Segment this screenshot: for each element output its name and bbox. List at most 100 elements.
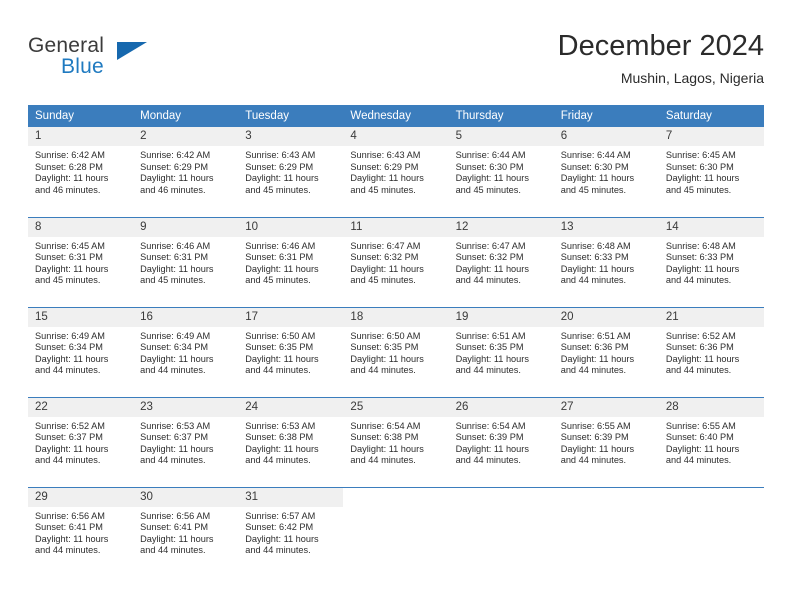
- day-details: Sunrise: 6:56 AM Sunset: 6:41 PM Dayligh…: [28, 507, 133, 557]
- daylight-text-line1: Daylight: 11 hours: [350, 263, 424, 274]
- day-number: 31: [238, 487, 344, 507]
- day-details: Sunrise: 6:54 AM Sunset: 6:38 PM Dayligh…: [343, 417, 448, 467]
- day-details: Sunrise: 6:48 AM Sunset: 6:33 PM Dayligh…: [554, 237, 659, 287]
- day-details: Sunrise: 6:46 AM Sunset: 6:31 PM Dayligh…: [133, 237, 238, 287]
- sunset-text: Sunset: 6:31 PM: [140, 252, 209, 263]
- day-cell[interactable]: 18 Sunrise: 6:50 AM Sunset: 6:35 PM Dayl…: [343, 306, 449, 397]
- day-number: 1: [28, 127, 134, 146]
- day-cell-empty: [658, 486, 764, 577]
- day-details: Sunrise: 6:53 AM Sunset: 6:38 PM Dayligh…: [238, 417, 343, 467]
- day-cell[interactable]: 3 Sunrise: 6:43 AM Sunset: 6:29 PM Dayli…: [238, 127, 344, 217]
- day-cell[interactable]: 1 Sunrise: 6:42 AM Sunset: 6:28 PM Dayli…: [28, 127, 134, 217]
- general-blue-logo[interactable]: General Blue: [28, 34, 158, 90]
- day-cell[interactable]: 23 Sunrise: 6:53 AM Sunset: 6:37 PM Dayl…: [133, 396, 239, 487]
- week-row: 29 Sunrise: 6:56 AM Sunset: 6:41 PM Dayl…: [28, 486, 764, 577]
- day-details: Sunrise: 6:43 AM Sunset: 6:29 PM Dayligh…: [343, 146, 448, 196]
- day-cell[interactable]: 8 Sunrise: 6:45 AM Sunset: 6:31 PM Dayli…: [28, 216, 134, 307]
- sunset-text: Sunset: 6:30 PM: [665, 161, 734, 172]
- day-details: Sunrise: 6:44 AM Sunset: 6:30 PM Dayligh…: [449, 146, 554, 196]
- sunrise-text: Sunrise: 6:48 AM: [560, 240, 631, 251]
- location-subtitle: Mushin, Lagos, Nigeria: [620, 70, 764, 86]
- sunrise-text: Sunrise: 6:51 AM: [455, 330, 526, 341]
- day-header-sunday: Sunday: [28, 105, 134, 127]
- daylight-text-line1: Daylight: 11 hours: [35, 353, 109, 364]
- day-cell[interactable]: 30 Sunrise: 6:56 AM Sunset: 6:41 PM Dayl…: [133, 486, 239, 577]
- sunset-text: Sunset: 6:41 PM: [35, 522, 103, 533]
- calendar-grid: Sunday Monday Tuesday Wednesday Thursday…: [28, 105, 764, 577]
- day-cell[interactable]: 7 Sunrise: 6:45 AM Sunset: 6:30 PM Dayli…: [658, 127, 764, 217]
- daylight-text-line1: Daylight: 11 hours: [560, 443, 635, 454]
- day-cell[interactable]: 4 Sunrise: 6:43 AM Sunset: 6:29 PM Dayli…: [343, 127, 449, 217]
- day-number: 23: [133, 397, 239, 417]
- sunrise-text: Sunrise: 6:54 AM: [455, 420, 526, 431]
- day-cell[interactable]: 10 Sunrise: 6:46 AM Sunset: 6:31 PM Dayl…: [238, 216, 344, 307]
- day-number: [553, 487, 659, 507]
- day-cell[interactable]: 13 Sunrise: 6:48 AM Sunset: 6:33 PM Dayl…: [553, 216, 659, 307]
- sunset-text: Sunset: 6:32 PM: [455, 252, 524, 263]
- daylight-text-line1: Daylight: 11 hours: [245, 263, 319, 274]
- sunrise-text: Sunrise: 6:48 AM: [665, 240, 736, 251]
- daylight-text-line2: and 44 minutes.: [140, 545, 206, 556]
- day-details: Sunrise: 6:51 AM Sunset: 6:36 PM Dayligh…: [554, 327, 659, 377]
- day-cell[interactable]: 24 Sunrise: 6:53 AM Sunset: 6:38 PM Dayl…: [238, 396, 344, 487]
- day-cell[interactable]: 15 Sunrise: 6:49 AM Sunset: 6:34 PM Dayl…: [28, 306, 134, 397]
- day-cell[interactable]: 21 Sunrise: 6:52 AM Sunset: 6:36 PM Dayl…: [658, 306, 764, 397]
- daylight-text-line1: Daylight: 11 hours: [560, 353, 635, 364]
- daylight-text-line1: Daylight: 11 hours: [350, 443, 424, 454]
- day-number: 15: [28, 307, 134, 327]
- day-cell[interactable]: 16 Sunrise: 6:49 AM Sunset: 6:34 PM Dayl…: [133, 306, 239, 397]
- sunrise-text: Sunrise: 6:45 AM: [35, 240, 105, 251]
- day-details: Sunrise: 6:52 AM Sunset: 6:36 PM Dayligh…: [659, 327, 764, 377]
- day-cell[interactable]: 22 Sunrise: 6:52 AM Sunset: 6:37 PM Dayl…: [28, 396, 134, 487]
- week-row: 1 Sunrise: 6:42 AM Sunset: 6:28 PM Dayli…: [28, 127, 764, 217]
- daylight-text-line2: and 45 minutes.: [350, 275, 416, 286]
- page-header: General Blue December 2024 Mushin, Lagos…: [28, 28, 764, 96]
- day-cell[interactable]: 17 Sunrise: 6:50 AM Sunset: 6:35 PM Dayl…: [238, 306, 344, 397]
- day-header-friday: Friday: [553, 105, 659, 127]
- day-details: Sunrise: 6:49 AM Sunset: 6:34 PM Dayligh…: [133, 327, 238, 377]
- daylight-text-line2: and 44 minutes.: [140, 455, 206, 466]
- day-number: 20: [553, 307, 659, 327]
- sunset-text: Sunset: 6:35 PM: [245, 342, 314, 353]
- day-cell-empty: [343, 486, 449, 577]
- day-details: Sunrise: 6:43 AM Sunset: 6:29 PM Dayligh…: [238, 146, 343, 196]
- sunset-text: Sunset: 6:28 PM: [35, 161, 103, 172]
- week-row: 8 Sunrise: 6:45 AM Sunset: 6:31 PM Dayli…: [28, 216, 764, 307]
- daylight-text-line1: Daylight: 11 hours: [245, 353, 319, 364]
- day-cell[interactable]: 6 Sunrise: 6:44 AM Sunset: 6:30 PM Dayli…: [553, 127, 659, 217]
- daylight-text-line1: Daylight: 11 hours: [350, 353, 424, 364]
- day-cell[interactable]: 31 Sunrise: 6:57 AM Sunset: 6:42 PM Dayl…: [238, 486, 344, 577]
- daylight-text-line2: and 45 minutes.: [140, 275, 206, 286]
- day-cell[interactable]: 20 Sunrise: 6:51 AM Sunset: 6:36 PM Dayl…: [553, 306, 659, 397]
- day-cell[interactable]: 5 Sunrise: 6:44 AM Sunset: 6:30 PM Dayli…: [448, 127, 554, 217]
- sunset-text: Sunset: 6:32 PM: [350, 252, 419, 263]
- day-cell[interactable]: 12 Sunrise: 6:47 AM Sunset: 6:32 PM Dayl…: [448, 216, 554, 307]
- day-cell[interactable]: 26 Sunrise: 6:54 AM Sunset: 6:39 PM Dayl…: [448, 396, 554, 487]
- sunrise-text: Sunrise: 6:52 AM: [665, 330, 736, 341]
- day-cell[interactable]: 29 Sunrise: 6:56 AM Sunset: 6:41 PM Dayl…: [28, 486, 134, 577]
- sunset-text: Sunset: 6:39 PM: [560, 432, 629, 443]
- daylight-text-line2: and 44 minutes.: [665, 455, 732, 466]
- day-cell[interactable]: 11 Sunrise: 6:47 AM Sunset: 6:32 PM Dayl…: [343, 216, 449, 307]
- sunrise-text: Sunrise: 6:57 AM: [245, 510, 316, 521]
- day-details: Sunrise: 6:42 AM Sunset: 6:28 PM Dayligh…: [28, 146, 133, 196]
- day-number: 25: [343, 397, 449, 417]
- daylight-text-line1: Daylight: 11 hours: [455, 263, 529, 274]
- day-details: Sunrise: 6:54 AM Sunset: 6:39 PM Dayligh…: [449, 417, 554, 467]
- day-cell[interactable]: 19 Sunrise: 6:51 AM Sunset: 6:35 PM Dayl…: [448, 306, 554, 397]
- daylight-text-line2: and 44 minutes.: [35, 365, 101, 376]
- sunset-text: Sunset: 6:35 PM: [350, 342, 419, 353]
- day-cell[interactable]: 25 Sunrise: 6:54 AM Sunset: 6:38 PM Dayl…: [343, 396, 449, 487]
- day-cell[interactable]: 14 Sunrise: 6:48 AM Sunset: 6:33 PM Dayl…: [658, 216, 764, 307]
- daylight-text-line2: and 46 minutes.: [140, 184, 206, 195]
- day-cell[interactable]: 28 Sunrise: 6:55 AM Sunset: 6:40 PM Dayl…: [658, 396, 764, 487]
- sunset-text: Sunset: 6:29 PM: [140, 161, 209, 172]
- week-row: 15 Sunrise: 6:49 AM Sunset: 6:34 PM Dayl…: [28, 306, 764, 397]
- sunrise-text: Sunrise: 6:50 AM: [245, 330, 316, 341]
- sunset-text: Sunset: 6:40 PM: [665, 432, 734, 443]
- day-details: Sunrise: 6:42 AM Sunset: 6:29 PM Dayligh…: [133, 146, 238, 196]
- day-cell[interactable]: 2 Sunrise: 6:42 AM Sunset: 6:29 PM Dayli…: [133, 127, 239, 217]
- daylight-text-line2: and 44 minutes.: [350, 455, 416, 466]
- day-cell[interactable]: 27 Sunrise: 6:55 AM Sunset: 6:39 PM Dayl…: [553, 396, 659, 487]
- day-cell[interactable]: 9 Sunrise: 6:46 AM Sunset: 6:31 PM Dayli…: [133, 216, 239, 307]
